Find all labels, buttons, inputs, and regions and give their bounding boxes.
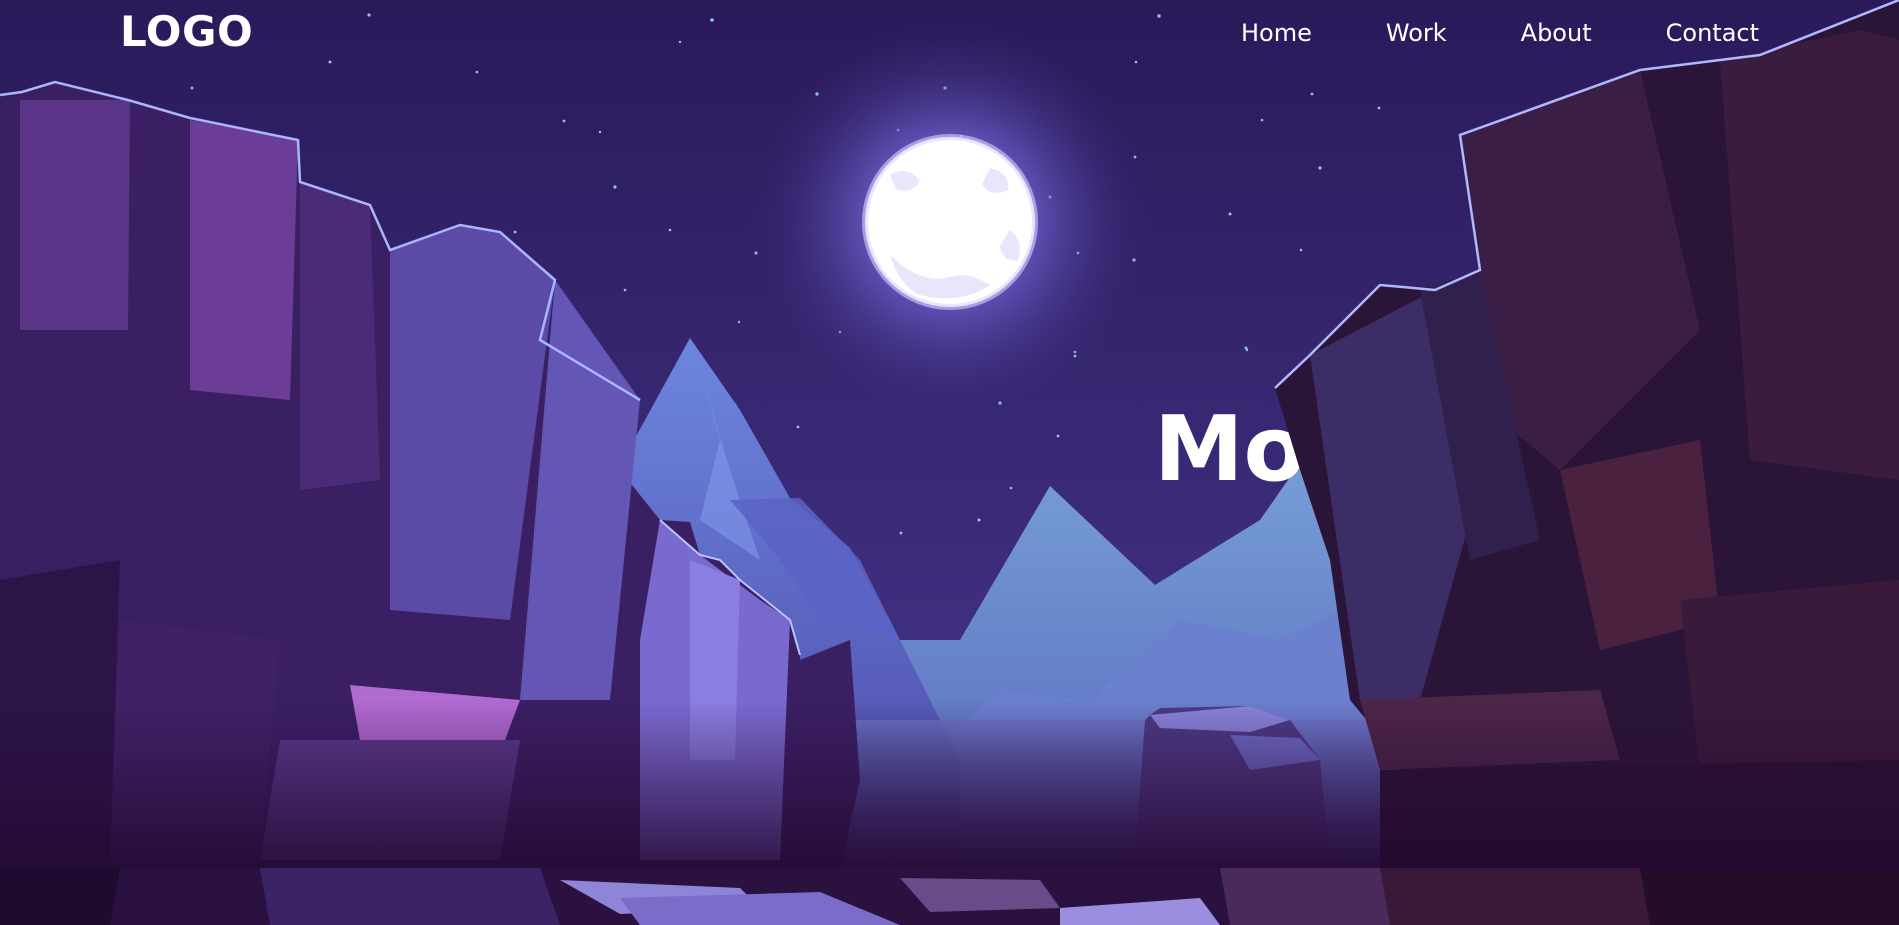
full-moon-icon <box>862 134 1038 310</box>
nav-link-contact[interactable]: Contact <box>1666 14 1759 52</box>
ground-shadow <box>0 700 1899 868</box>
hero-background: Mo <box>0 0 1899 925</box>
logo-link[interactable]: LOGO <box>120 6 253 58</box>
site-header: LOGO Home Work About Contact <box>0 0 1899 68</box>
main-nav: Home Work About Contact <box>1241 14 1759 52</box>
nav-link-home[interactable]: Home <box>1241 14 1312 52</box>
nav-link-work[interactable]: Work <box>1386 14 1447 52</box>
nav-link-about[interactable]: About <box>1521 14 1592 52</box>
next-section-peek <box>0 868 1899 925</box>
hero-title: Mo <box>1154 397 1306 502</box>
